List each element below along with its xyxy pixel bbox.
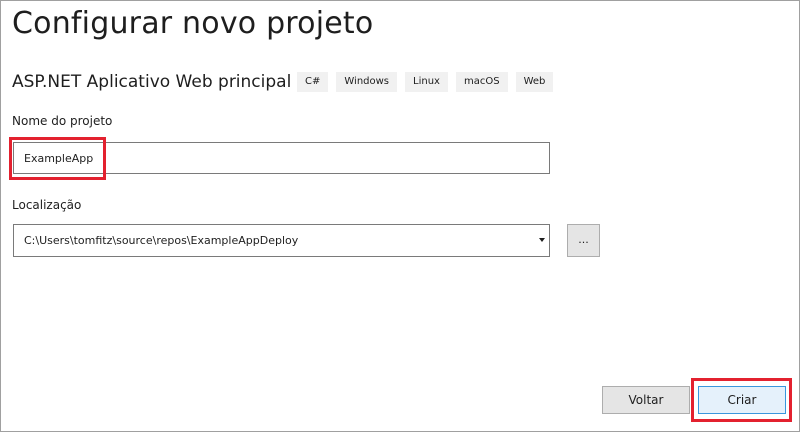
template-name: ASP.NET Aplicativo Web principal	[12, 72, 292, 92]
location-combobox[interactable]: C:\Users\tomfitz\source\repos\ExampleApp…	[13, 224, 550, 257]
page-title: Configurar novo projeto	[12, 6, 374, 41]
tag-web: Web	[515, 72, 554, 92]
configure-project-dialog: Configurar novo projeto ASP.NET Aplicati…	[0, 0, 800, 432]
tag-linux: Linux	[405, 72, 448, 92]
template-tags: C# Windows Linux macOS Web	[297, 72, 554, 92]
project-name-input[interactable]	[13, 142, 550, 174]
chevron-down-icon[interactable]	[539, 238, 545, 242]
create-button[interactable]: Criar	[698, 386, 786, 414]
location-label: Localização	[12, 198, 82, 212]
project-name-label: Nome do projeto	[12, 114, 113, 128]
back-button[interactable]: Voltar	[602, 386, 690, 414]
tag-macos: macOS	[455, 72, 508, 92]
location-value: C:\Users\tomfitz\source\repos\ExampleApp…	[24, 234, 299, 247]
tag-csharp: C#	[297, 72, 329, 92]
tag-windows: Windows	[336, 72, 398, 92]
browse-button[interactable]: ...	[567, 224, 600, 257]
